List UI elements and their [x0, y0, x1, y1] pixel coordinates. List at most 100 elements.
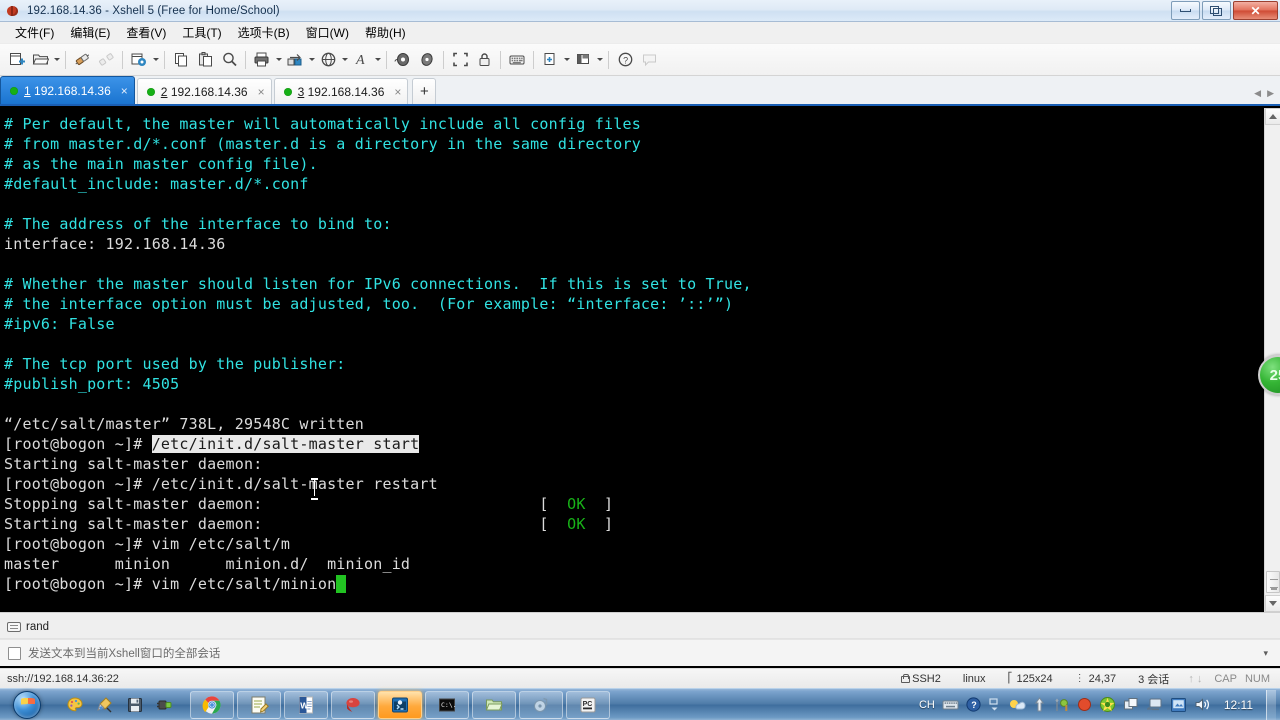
terminal-text: # from master.d/*.conf (master.d is a di…	[4, 135, 641, 153]
compose-bar-icon[interactable]	[505, 48, 529, 72]
tab-label: 192.168.14.36	[170, 84, 248, 99]
toolbar-divider	[386, 50, 387, 69]
web-browser-icon[interactable]	[316, 48, 340, 72]
tab-close-icon[interactable]: ×	[258, 85, 265, 99]
tab-session-2[interactable]: 2 192.168.14.36 ×	[136, 78, 272, 104]
tab-scroll-right-icon[interactable]: ▶	[1267, 88, 1274, 99]
show-desktop-button[interactable]	[1266, 689, 1276, 720]
send-to-all-checkbox[interactable]	[8, 646, 21, 660]
taskbar-folder-icon[interactable]	[472, 690, 516, 719]
plug-icon[interactable]	[150, 691, 180, 719]
transfer-file-dropdown-icon[interactable]	[307, 48, 316, 72]
save-disk-icon[interactable]	[120, 691, 150, 719]
menu-file[interactable]: 文件(F)	[7, 22, 62, 43]
terminal-line: master minion minion.d/ minion_id	[4, 554, 1264, 574]
tools-tray-icon[interactable]	[1053, 697, 1070, 712]
terminal-text: # The address of the interface to bind t…	[4, 215, 392, 233]
print-icon[interactable]	[250, 48, 274, 72]
tab-scroll-left-icon[interactable]: ◀	[1254, 88, 1261, 99]
terminal-output[interactable]: # Per default, the master will automatic…	[0, 108, 1264, 612]
font-dropdown-icon[interactable]	[373, 48, 382, 72]
terminal-text: [root@bogon ~]#	[4, 435, 152, 453]
layout-dropdown-icon[interactable]	[595, 48, 604, 72]
session-properties-dropdown-icon[interactable]	[151, 48, 160, 72]
upload-arrow-icon: ↑	[1188, 672, 1194, 685]
compose-history-dropdown-icon[interactable]: ▾	[1263, 648, 1272, 659]
close-button[interactable]: ✕	[1233, 1, 1278, 20]
copy-icon[interactable]	[169, 48, 193, 72]
paste-icon[interactable]	[193, 48, 217, 72]
cursor-position-icon: ⋮	[1074, 673, 1085, 684]
session-properties-icon[interactable]	[127, 48, 151, 72]
terminal-text: Starting salt-master daemon:	[4, 515, 263, 533]
restore-button[interactable]	[1202, 1, 1231, 20]
terminal-line: #publish_port: 4505	[4, 374, 1264, 394]
upload-tray-icon[interactable]	[1033, 696, 1046, 713]
terminal-text: OK	[567, 495, 586, 513]
taskbar-clock[interactable]: 12:11	[1218, 698, 1259, 712]
taskbar-xshell-icon[interactable]	[378, 690, 422, 719]
lock-icon[interactable]	[472, 48, 496, 72]
add-panel-dropdown-icon[interactable]	[562, 48, 571, 72]
font-icon[interactable]: A	[349, 48, 373, 72]
start-button[interactable]	[2, 690, 52, 720]
terminal-text: #ipv6: False	[4, 315, 115, 333]
record-session-icon[interactable]	[391, 48, 415, 72]
web-browser-dropdown-icon[interactable]	[340, 48, 349, 72]
record-tray-icon[interactable]	[1077, 697, 1092, 712]
menu-view[interactable]: 查看(V)	[118, 22, 174, 43]
menu-window[interactable]: 窗口(W)	[298, 22, 357, 43]
print-dropdown-icon[interactable]	[274, 48, 283, 72]
menu-help[interactable]: 帮助(H)	[357, 22, 414, 43]
layout-icon[interactable]	[571, 48, 595, 72]
new-tab-button[interactable]: +	[412, 78, 437, 104]
compose-bar[interactable]: 发送文本到当前Xshell窗口的全部会话 ▾	[0, 639, 1280, 666]
terminal-text: #default_include: master.d/*.conf	[4, 175, 309, 193]
keyboard-tray-icon[interactable]	[942, 698, 959, 711]
menu-tabs[interactable]: 选项卡(B)	[230, 22, 298, 43]
open-folder-icon[interactable]	[28, 48, 52, 72]
scroll-up-button[interactable]	[1265, 108, 1280, 125]
volume-icon[interactable]	[1194, 697, 1211, 712]
taskbar-ruby-app-icon[interactable]	[331, 690, 375, 719]
tab-session-1[interactable]: 1 192.168.14.36 ×	[0, 76, 135, 104]
tab-bar: 1 192.168.14.36 × 2 192.168.14.36 × 3 19…	[0, 76, 1280, 106]
taskbar-notepad-edit-icon[interactable]	[237, 690, 281, 719]
taskbar-chrome-icon[interactable]	[190, 690, 234, 719]
menu-tools[interactable]: 工具(T)	[174, 22, 229, 43]
connect-icon[interactable]	[70, 48, 94, 72]
add-panel-icon[interactable]	[538, 48, 562, 72]
trace-icon[interactable]	[415, 48, 439, 72]
scrollbar-thumb[interactable]	[1266, 571, 1280, 593]
tab-close-icon[interactable]: ×	[121, 84, 128, 98]
ime-language-indicator[interactable]: CH	[919, 699, 935, 711]
help-tray-icon[interactable]: ?	[966, 697, 981, 712]
find-icon[interactable]	[217, 48, 241, 72]
help-icon[interactable]: ?	[613, 48, 637, 72]
toolbar-divider	[245, 50, 246, 69]
cloud-tray-icon[interactable]	[1008, 697, 1026, 712]
minimize-button[interactable]	[1171, 1, 1200, 20]
new-session-icon[interactable]	[4, 48, 28, 72]
menu-edit[interactable]: 编辑(E)	[62, 22, 118, 43]
taskbar-pc-icon[interactable]: PC	[566, 690, 610, 719]
transfer-file-icon[interactable]	[283, 48, 307, 72]
palette-icon[interactable]	[60, 691, 90, 719]
display-tray-icon[interactable]	[1146, 697, 1163, 712]
taskbar-cmd-icon[interactable]: C:\.	[425, 690, 469, 719]
quick-command-bar[interactable]: rand	[0, 615, 1280, 639]
download-arrow-icon: ↓	[1196, 672, 1203, 685]
shield-tray-icon[interactable]	[1099, 696, 1116, 713]
tab-session-3[interactable]: 3 192.168.14.36 ×	[273, 78, 409, 104]
network-copy-icon[interactable]	[1123, 697, 1139, 712]
fullscreen-icon[interactable]	[448, 48, 472, 72]
open-folder-dropdown-icon[interactable]	[52, 48, 61, 72]
start-orb-icon	[13, 690, 41, 719]
monitor-tray-icon[interactable]	[1170, 697, 1187, 713]
taskbar-media-icon[interactable]	[519, 690, 563, 719]
paint-brush-icon[interactable]	[90, 691, 120, 719]
tab-close-icon[interactable]: ×	[394, 85, 401, 99]
scroll-down-button[interactable]	[1265, 595, 1280, 612]
expand-tray-icon[interactable]	[988, 697, 1001, 712]
taskbar-word-icon[interactable]: W	[284, 690, 328, 719]
